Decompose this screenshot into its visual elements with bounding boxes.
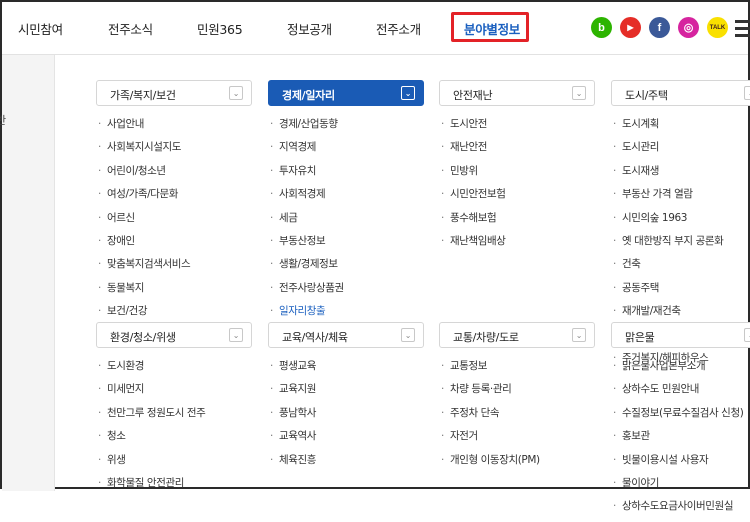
youtube-icon[interactable]: ▶ (620, 17, 641, 38)
chevron-down-icon[interactable]: ⌄ (401, 86, 415, 100)
sub-menu-link[interactable]: 도시재생 (613, 163, 723, 186)
sub-menu-link[interactable]: 전주사랑상품권 (270, 280, 344, 303)
sub-menu-link[interactable]: 빗물이용시설 사용자 (613, 452, 743, 475)
chevron-down-icon[interactable]: ⌄ (572, 86, 586, 100)
category-header[interactable]: 가족/복지/보건 ⌄ (96, 80, 252, 106)
chevron-down-icon[interactable]: ⌄ (229, 328, 243, 342)
sub-menu-link[interactable]: 도시계획 (613, 116, 723, 139)
chevron-down-icon[interactable]: ⌄ (744, 328, 750, 342)
sub-menu-link[interactable]: 생활/경제정보 (270, 256, 344, 279)
nav-item-jeonju-news[interactable]: 전주소식 (108, 19, 153, 38)
sub-menu-link[interactable]: 민방위 (441, 163, 506, 186)
sub-menu-link[interactable]: 도시환경 (98, 358, 205, 381)
category-header[interactable]: 안전재난 ⌄ (439, 80, 595, 106)
sub-menu-link[interactable]: 여성/가족/다문화 (98, 186, 193, 209)
kakaotalk-icon[interactable]: TALK (707, 17, 728, 38)
sub-menu-link[interactable]: 평생교육 (270, 358, 316, 381)
sub-menu-link[interactable]: 차량 등록·관리 (441, 381, 540, 404)
facebook-icon[interactable]: f (649, 17, 670, 38)
sub-menu-link[interactable]: 상하수도 민원안내 (613, 381, 743, 404)
sub-menu-link[interactable]: 시민안전보험 (441, 186, 506, 209)
sub-menu-link[interactable]: 장애인 (98, 233, 193, 256)
sub-menu-link[interactable]: 부동산 가격 열람 (613, 186, 723, 209)
sub-menu-link[interactable]: 청소 (98, 428, 205, 451)
sub-menu-link[interactable]: 세금 (270, 210, 344, 233)
sub-menu-link[interactable]: 상하수도요금사이버민원실 (613, 498, 743, 521)
chevron-down-icon[interactable]: ⌄ (572, 328, 586, 342)
chevron-down-icon[interactable]: ⌄ (401, 328, 415, 342)
sub-menu-link[interactable]: 사업안내 (98, 116, 193, 139)
sub-menu-link[interactable]: 수질정보(무료수질검사 신청) (613, 405, 744, 428)
category-title: 맑은물 (625, 331, 655, 344)
sub-menu-link[interactable]: 개인형 이동장치(PM) (441, 452, 540, 475)
category-header[interactable]: 도시/주택 ⌄ (611, 80, 750, 106)
sub-menu-link[interactable]: 부동산정보 (270, 233, 344, 256)
sub-menu-link[interactable]: 물이야기 (613, 475, 743, 498)
category-sub-menu: 도시안전재난안전민방위시민안전보험풍수해보험재난책임배상 (441, 116, 506, 256)
category-header[interactable]: 환경/청소/위생 ⌄ (96, 322, 252, 348)
category-header[interactable]: 경제/일자리 ⌄ (268, 80, 424, 106)
sub-menu-link[interactable]: 경제/산업동향 (270, 116, 344, 139)
chevron-down-icon[interactable]: ⌄ (744, 86, 750, 100)
sub-menu-link[interactable]: 어르신 (98, 210, 193, 233)
category-sub-menu: 경제/산업동향지역경제투자유치사회적경제세금부동산정보생활/경제정보전주사랑상품… (270, 116, 344, 350)
category-sub-menu: 평생교육교육지원풍남학사교육역사체육진흥 (270, 358, 316, 475)
category-title: 교통/차량/도로 (453, 331, 519, 344)
nav-item-civil-complaint-365[interactable]: 민원365 (197, 19, 243, 38)
category-title: 가족/복지/보건 (110, 89, 176, 102)
sub-menu-link[interactable]: 건축 (613, 256, 723, 279)
sub-menu-link[interactable]: 체육진흥 (270, 452, 316, 475)
sub-menu-link[interactable]: 도시안전 (441, 116, 506, 139)
sub-menu-link[interactable]: 맞춤복지검색서비스 (98, 256, 193, 279)
sub-menu-link[interactable]: 자전거 (441, 428, 540, 451)
sub-menu-link[interactable]: 공동주택 (613, 280, 723, 303)
category-sub-menu: 맑은물사업본부소개상하수도 민원안내수질정보(무료수질검사 신청)홍보관빗물이용… (613, 358, 744, 522)
sub-menu-link[interactable]: 시민의숲 1963 (613, 210, 723, 233)
category-title: 교육/역사/체육 (282, 331, 348, 344)
nav-item-about-jeonju[interactable]: 전주소개 (376, 19, 421, 38)
category-header[interactable]: 교통/차량/도로 ⌄ (439, 322, 595, 348)
category-header[interactable]: 교육/역사/체육 ⌄ (268, 322, 424, 348)
sub-menu-link[interactable]: 사회적경제 (270, 186, 344, 209)
nav-item-field-information[interactable]: 분야별정보 (464, 19, 520, 38)
sub-menu-link[interactable]: 재난책임배상 (441, 233, 506, 256)
chevron-down-icon[interactable]: ⌄ (229, 86, 243, 100)
sub-menu-link[interactable]: 옛 대한방직 부지 공론화 (613, 233, 724, 256)
hamburger-menu-icon[interactable] (735, 14, 750, 44)
top-nav-bar: 시민참여 전주소식 민원365 정보공개 전주소개 분야별정보 b ▶ f ◎ … (2, 2, 750, 55)
sub-menu-link[interactable]: 홍보관 (613, 428, 743, 451)
sub-menu-link[interactable]: 풍남학사 (270, 405, 316, 428)
sub-menu-link[interactable]: 투자유치 (270, 163, 344, 186)
left-panel-text-fragment: 반 (0, 114, 7, 127)
sub-menu-link[interactable]: 위생 (98, 452, 205, 475)
category-title: 안전재난 (453, 89, 493, 102)
sub-menu-link[interactable]: 사회복지시설지도 (98, 139, 193, 162)
category-header[interactable]: 맑은물 ⌄ (611, 322, 750, 348)
instagram-icon[interactable]: ◎ (678, 17, 699, 38)
category-sub-menu: 사업안내사회복지시설지도어린이/청소년여성/가족/다문화어르신장애인맞춤복지검색… (98, 116, 194, 350)
sub-menu-link[interactable]: 미세먼지 (98, 381, 205, 404)
sub-menu-link[interactable]: 교육역사 (270, 428, 316, 451)
category-title: 경제/일자리 (282, 89, 335, 102)
category-title: 환경/청소/위생 (110, 331, 176, 344)
left-side-panel: 반 (0, 55, 55, 491)
sub-menu-link[interactable]: 지역경제 (270, 139, 344, 162)
sub-menu-link[interactable]: 재난안전 (441, 139, 506, 162)
category-title: 도시/주택 (625, 89, 668, 102)
nav-item-citizen-participation[interactable]: 시민참여 (18, 19, 63, 38)
category-sub-menu: 도시환경미세먼지천만그루 정원도시 전주청소위생화학물질 안전관리 (98, 358, 206, 498)
sub-menu-link[interactable]: 어린이/청소년 (98, 163, 193, 186)
sub-menu-link[interactable]: 교통정보 (441, 358, 540, 381)
sub-menu-link[interactable]: 풍수해보험 (441, 210, 506, 233)
category-sub-menu: 교통정보차량 등록·관리주정차 단속자전거개인형 이동장치(PM) (441, 358, 540, 475)
blog-icon[interactable]: b (591, 17, 612, 38)
sub-menu-link[interactable]: 주정차 단속 (441, 405, 540, 428)
nav-item-information-disclosure[interactable]: 정보공개 (287, 19, 332, 38)
sub-menu-link[interactable]: 교육지원 (270, 381, 316, 404)
sub-menu-link[interactable]: 맑은물사업본부소개 (613, 358, 743, 381)
sub-menu-link[interactable]: 화학물질 안전관리 (98, 475, 205, 498)
sub-menu-link[interactable]: 도시관리 (613, 139, 723, 162)
sub-menu-link[interactable]: 동물복지 (98, 280, 193, 303)
sub-menu-link[interactable]: 천만그루 정원도시 전주 (98, 405, 206, 428)
